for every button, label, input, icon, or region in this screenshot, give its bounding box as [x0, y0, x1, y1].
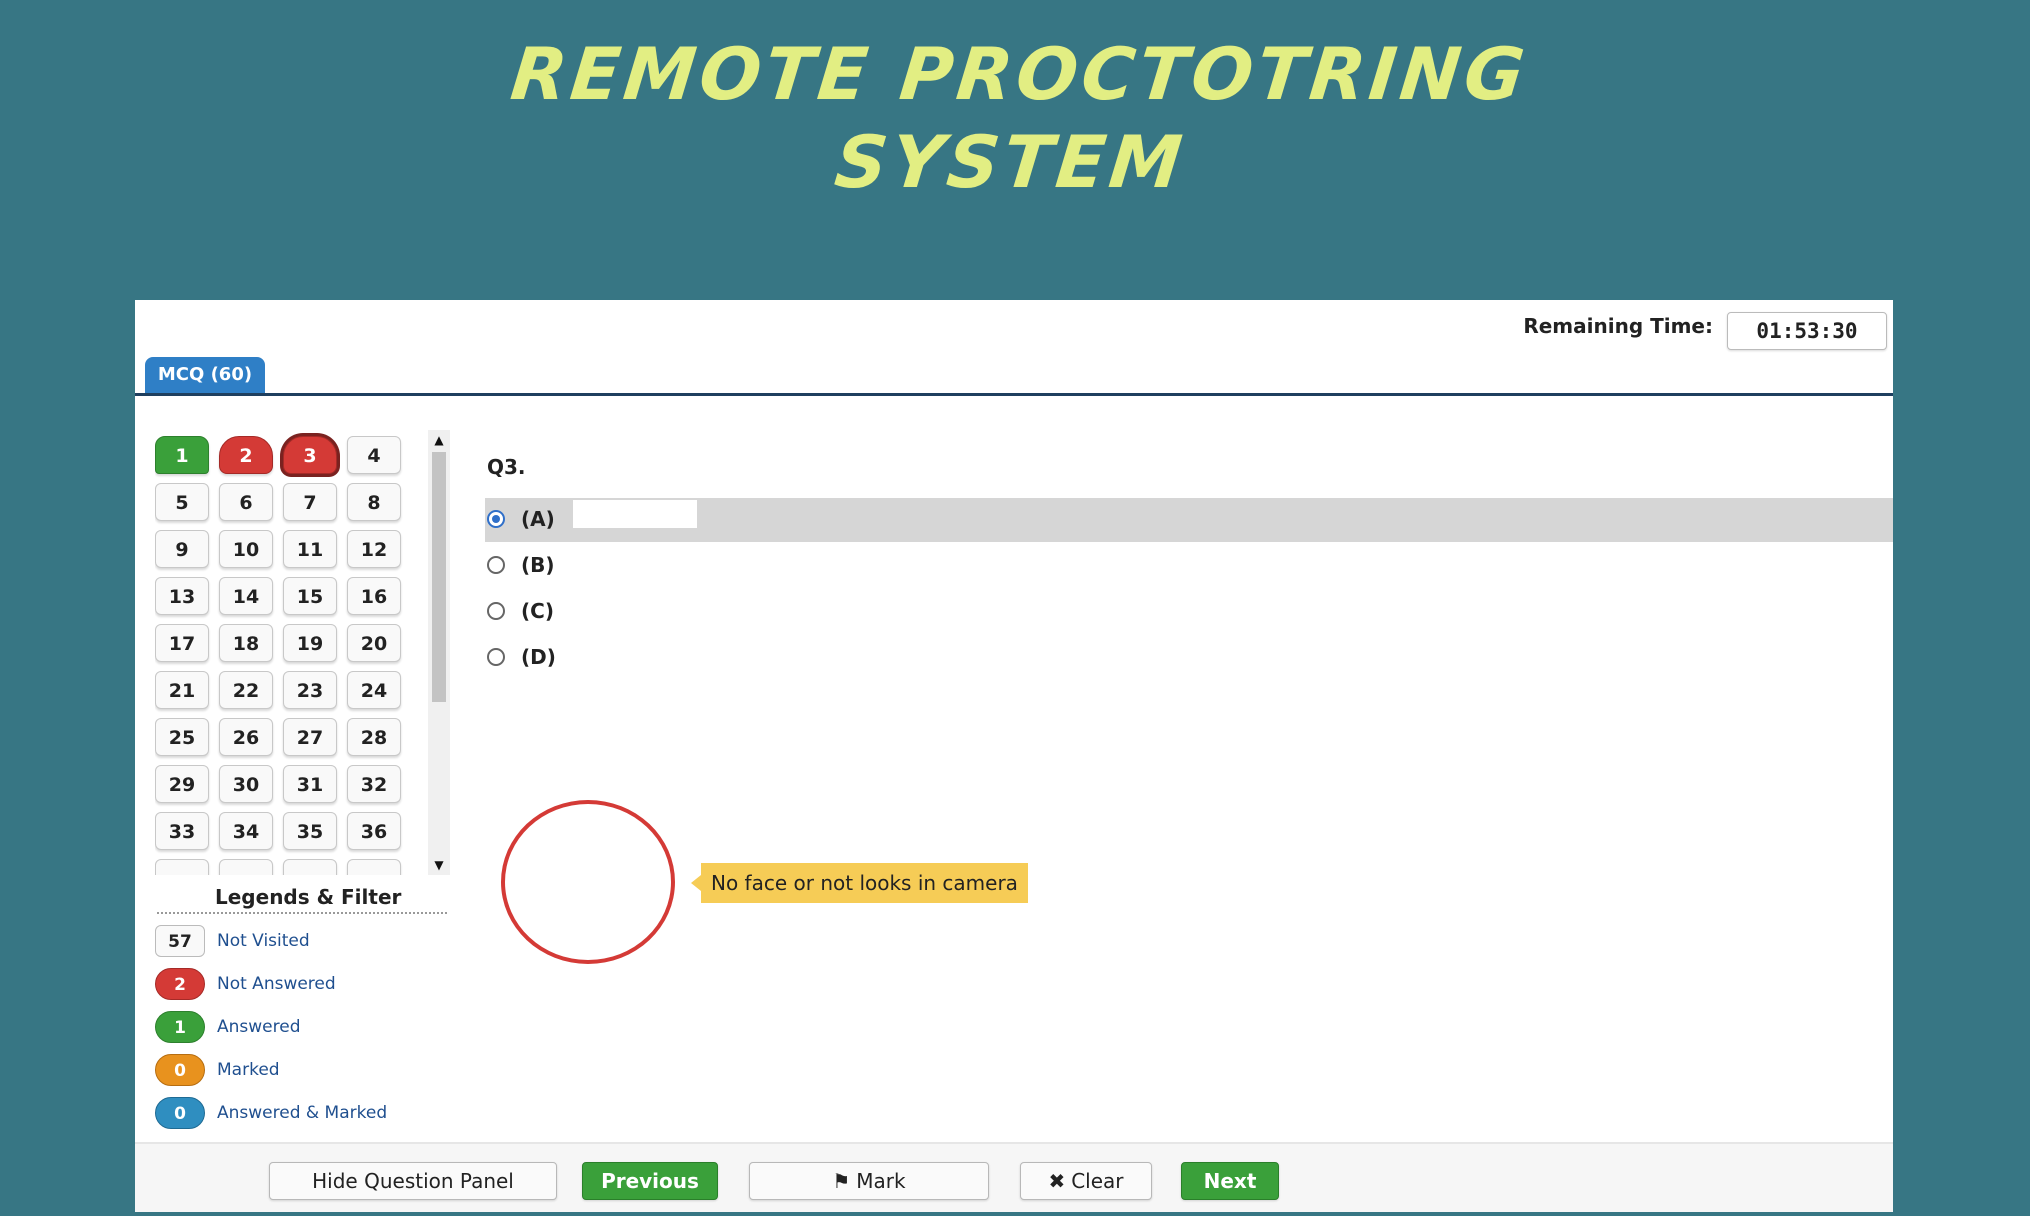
question-button[interactable]: 11	[283, 530, 337, 568]
question-button[interactable]: 19	[283, 624, 337, 662]
tab-mcq-section[interactable]: MCQ (60)	[145, 357, 265, 393]
question-button[interactable]: 31	[283, 765, 337, 803]
exam-window: Remaining Time: 01:53:30 MCQ (60) 123456…	[135, 300, 1893, 1212]
question-palette: 1 2 3 4 5 6 7 8 9 10 11 12 13 14 15 16 17 18 19 20 21 22 23 24 2…	[155, 430, 445, 875]
legend-item-not-answered[interactable]: 2 Not Answered	[155, 968, 455, 1004]
question-button[interactable]: 17	[155, 624, 209, 662]
option-label: (C)	[521, 599, 554, 623]
exam-header: Remaining Time: 01:53:30 MCQ (60)	[135, 300, 1893, 396]
question-button[interactable]: 28	[347, 718, 401, 756]
question-button[interactable]: 6	[219, 483, 273, 521]
action-bar: Hide Question Panel Previous ⚑ Mark ✖ Clea…	[135, 1142, 1893, 1212]
question-button[interactable]	[347, 859, 401, 875]
question-button[interactable]	[283, 859, 337, 875]
legend-count-badge: 0	[155, 1097, 205, 1129]
legend-label: Answered	[217, 1017, 301, 1037]
mark-button[interactable]: ⚑ Mark	[749, 1162, 989, 1200]
question-button[interactable]: 20	[347, 624, 401, 662]
proctor-alert: No face or not looks in camera	[691, 863, 1028, 903]
answer-option[interactable]: (C)	[485, 590, 1893, 634]
question-button[interactable]: 12	[347, 530, 401, 568]
clear-button-label: Clear	[1071, 1169, 1124, 1193]
answer-option[interactable]: (A)	[485, 498, 1893, 542]
radio-button[interactable]	[487, 556, 505, 574]
question-button[interactable]: 14	[219, 577, 273, 615]
radio-button[interactable]	[487, 648, 505, 666]
page-title: REMOTE PROCTOTRING SYSTEM	[0, 30, 2030, 206]
x-icon: ✖	[1048, 1169, 1066, 1193]
legend-item-answered-marked[interactable]: 0 Answered & Marked	[155, 1097, 455, 1133]
question-button[interactable]: 23	[283, 671, 337, 709]
question-button[interactable]: 21	[155, 671, 209, 709]
question-button[interactable]: 36	[347, 812, 401, 850]
legend-count-badge: 1	[155, 1011, 205, 1043]
question-button[interactable]: 9	[155, 530, 209, 568]
scroll-thumb[interactable]	[432, 452, 446, 702]
question-button[interactable]: 18	[219, 624, 273, 662]
option-label: (D)	[521, 645, 556, 669]
question-button[interactable]: 33	[155, 812, 209, 850]
redacted-option-text	[573, 500, 697, 528]
question-button[interactable]: 34	[219, 812, 273, 850]
legend-count-badge: 57	[155, 925, 205, 957]
palette-scrollbar[interactable]: ▲ ▼	[428, 430, 450, 875]
remaining-time-label: Remaining Time:	[1523, 314, 1713, 338]
question-button[interactable]: 13	[155, 577, 209, 615]
question-button[interactable]: 1	[155, 436, 209, 474]
page-title-line-2: SYSTEM	[831, 120, 1190, 204]
triangle-up-icon[interactable]: ▲	[428, 430, 450, 450]
question-button[interactable]	[155, 859, 209, 875]
question-button[interactable]: 32	[347, 765, 401, 803]
question-button[interactable]: 2	[219, 436, 273, 474]
legend-label: Not Answered	[217, 974, 336, 994]
legend-title: Legends & Filter	[215, 885, 402, 909]
legend-divider	[157, 912, 447, 914]
answer-option[interactable]: (B)	[485, 544, 1893, 588]
question-button[interactable]: 5	[155, 483, 209, 521]
legend-item-not-visited[interactable]: 57 Not Visited	[155, 925, 455, 961]
question-button[interactable]	[219, 859, 273, 875]
previous-button[interactable]: Previous	[582, 1162, 718, 1200]
legend-label: Marked	[217, 1060, 280, 1080]
question-button[interactable]: 25	[155, 718, 209, 756]
legend-item-answered[interactable]: 1 Answered	[155, 1011, 455, 1047]
question-button[interactable]: 35	[283, 812, 337, 850]
tab-underline	[135, 393, 1893, 396]
question-button[interactable]: 24	[347, 671, 401, 709]
clear-button[interactable]: ✖ Clear	[1020, 1162, 1152, 1200]
option-label: (A)	[521, 507, 555, 531]
question-button[interactable]: 7	[283, 483, 337, 521]
legend-count-badge: 0	[155, 1054, 205, 1086]
question-button[interactable]: 3	[283, 436, 337, 474]
legend-item-marked[interactable]: 0 Marked	[155, 1054, 455, 1090]
legend-label: Not Visited	[217, 931, 310, 951]
next-button[interactable]: Next	[1181, 1162, 1279, 1200]
bookmark-icon: ⚑	[832, 1169, 851, 1193]
question-button[interactable]: 16	[347, 577, 401, 615]
question-number: Q3.	[487, 455, 526, 479]
radio-button[interactable]	[487, 510, 505, 528]
answer-option[interactable]: (D)	[485, 636, 1893, 680]
option-label: (B)	[521, 553, 555, 577]
triangle-down-icon[interactable]: ▼	[428, 855, 450, 875]
face-detection-ring	[501, 800, 675, 964]
legend-count-badge: 2	[155, 968, 205, 1000]
question-button[interactable]: 27	[283, 718, 337, 756]
question-button[interactable]: 10	[219, 530, 273, 568]
legend-label: Answered & Marked	[217, 1103, 388, 1123]
question-button[interactable]: 15	[283, 577, 337, 615]
countdown-timer: 01:53:30	[1727, 312, 1887, 350]
mark-button-label: Mark	[856, 1169, 906, 1193]
question-button[interactable]: 26	[219, 718, 273, 756]
question-button[interactable]: 29	[155, 765, 209, 803]
question-button[interactable]: 4	[347, 436, 401, 474]
question-button[interactable]: 8	[347, 483, 401, 521]
page-title-line-1: REMOTE PROCTOTRING	[507, 32, 1533, 116]
question-button[interactable]: 22	[219, 671, 273, 709]
radio-button[interactable]	[487, 602, 505, 620]
hide-question-panel-button[interactable]: Hide Question Panel	[269, 1162, 557, 1200]
question-button[interactable]: 30	[219, 765, 273, 803]
